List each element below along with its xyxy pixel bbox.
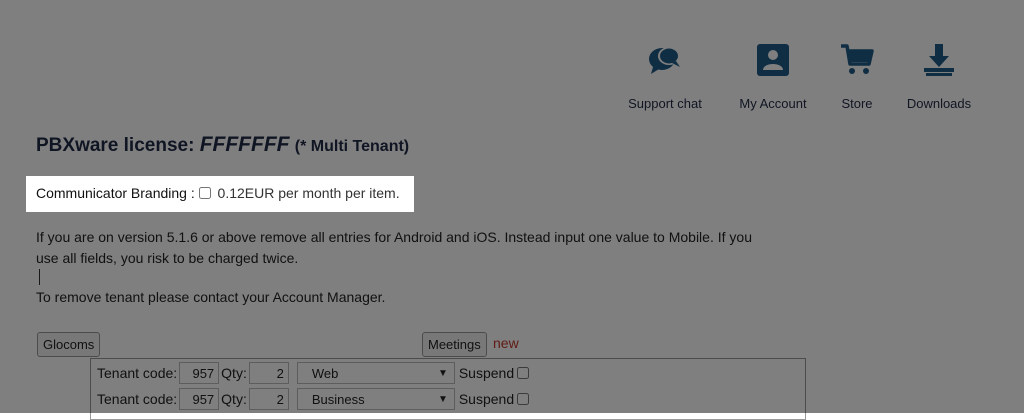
meetings-button[interactable]: Meetings — [422, 332, 487, 357]
top-nav: Support chat My Account Store Downloads — [0, 40, 1024, 120]
branding-price: 0.12EUR per month per item. — [217, 185, 400, 201]
remove-tenant-note: To remove tenant please contact your Acc… — [36, 289, 386, 305]
license-type: (* Multi Tenant) — [294, 138, 410, 155]
text-cursor — [36, 269, 796, 286]
nav-label: My Account — [739, 96, 807, 111]
table-row: Tenant code: 957 Qty: 2 Web ▼ Suspend — [97, 361, 530, 385]
branding-label: Communicator Branding : — [36, 185, 195, 201]
account-card-icon — [735, 40, 811, 80]
nav-my-account[interactable]: My Account — [735, 40, 811, 111]
suspend-label: Suspend — [458, 391, 515, 407]
page-title: PBXware license: FFFFFFF (* Multi Tenant… — [36, 133, 409, 157]
nav-label: Downloads — [906, 96, 972, 111]
table-row: Tenant code: 957 Qty: 2 Business ▼ Suspe… — [97, 387, 530, 411]
license-key: FFFFFFF — [199, 133, 290, 156]
tenant-code-input[interactable]: 957 — [179, 362, 220, 384]
tenant-table: Tenant code: 957 Qty: 2 Web ▼ Suspend Te… — [90, 358, 806, 420]
license-prefix: PBXware license: — [36, 135, 195, 156]
info-line-1: If you are on version 5.1.6 or above rem… — [36, 229, 752, 245]
info-line-2: use all fields, you risk to be charged t… — [36, 250, 299, 266]
suspend-checkbox[interactable] — [517, 393, 530, 405]
platform-value: Business — [311, 392, 365, 407]
platform-select[interactable]: Business ▼ — [296, 388, 455, 410]
download-icon — [903, 40, 975, 80]
nav-label: Store — [841, 96, 873, 111]
nav-store[interactable]: Store — [838, 40, 876, 111]
nav-downloads[interactable]: Downloads — [903, 40, 975, 111]
platform-select[interactable]: Web ▼ — [296, 362, 455, 384]
tenant-code-label: Tenant code: — [97, 365, 178, 381]
platform-value: Web — [311, 366, 339, 381]
nav-label: Support chat — [628, 96, 702, 111]
tenant-code-input[interactable]: 957 — [179, 388, 220, 410]
glocoms-button[interactable]: Glocoms — [37, 332, 101, 357]
shopping-cart-icon — [838, 40, 876, 80]
branding-checkbox[interactable] — [198, 187, 211, 199]
info-text: If you are on version 5.1.6 or above rem… — [36, 227, 796, 286]
qty-label: Qty: — [221, 391, 247, 407]
suspend-label: Suspend — [458, 365, 515, 381]
qty-input[interactable]: 2 — [248, 388, 289, 410]
tenant-code-label: Tenant code: — [97, 391, 178, 407]
communicator-branding-row: Communicator Branding : 0.12EUR per mont… — [26, 176, 414, 212]
qty-input[interactable]: 2 — [248, 362, 289, 384]
chat-bubbles-icon — [624, 40, 706, 80]
suspend-checkbox[interactable] — [517, 367, 530, 379]
chevron-down-icon: ▼ — [437, 394, 448, 405]
chevron-down-icon: ▼ — [437, 368, 448, 379]
nav-support-chat[interactable]: Support chat — [624, 40, 706, 111]
new-badge: new — [493, 335, 519, 351]
qty-label: Qty: — [221, 365, 247, 381]
